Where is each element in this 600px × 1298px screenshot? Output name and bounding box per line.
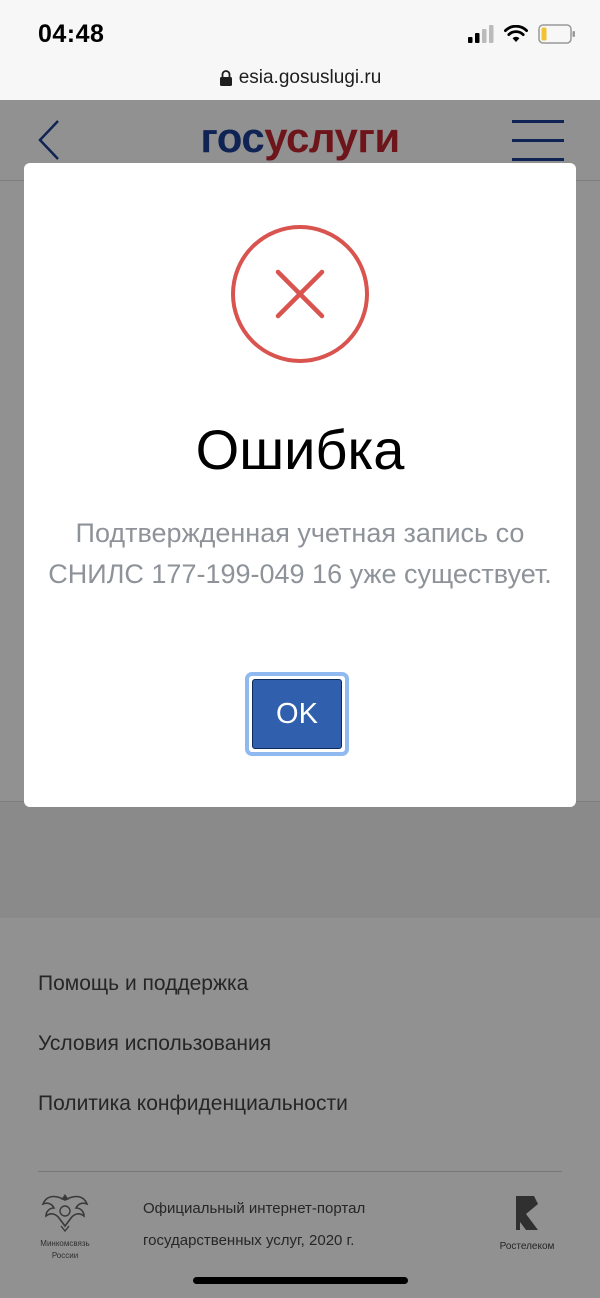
url-bar[interactable]: esia.gosuslugi.ru — [0, 56, 600, 100]
status-icons — [468, 23, 576, 49]
ok-button[interactable]: OK — [245, 672, 349, 756]
lock-icon — [219, 69, 233, 87]
dialog-message: Подтвержденная учетная запись со СНИЛС 1… — [48, 518, 552, 589]
wifi-icon — [504, 24, 528, 48]
status-time: 04:48 — [38, 20, 105, 48]
battery-icon — [538, 23, 576, 49]
error-cross-icon — [231, 225, 369, 363]
signal-icon — [468, 24, 494, 48]
ok-button-label: OK — [252, 679, 342, 749]
error-dialog: Ошибка Подтвержденная учетная запись со … — [24, 163, 576, 807]
dialog-title: Ошибка — [195, 418, 405, 481]
home-indicator[interactable] — [193, 1277, 408, 1284]
url-text: esia.gosuslugi.ru — [238, 67, 382, 88]
